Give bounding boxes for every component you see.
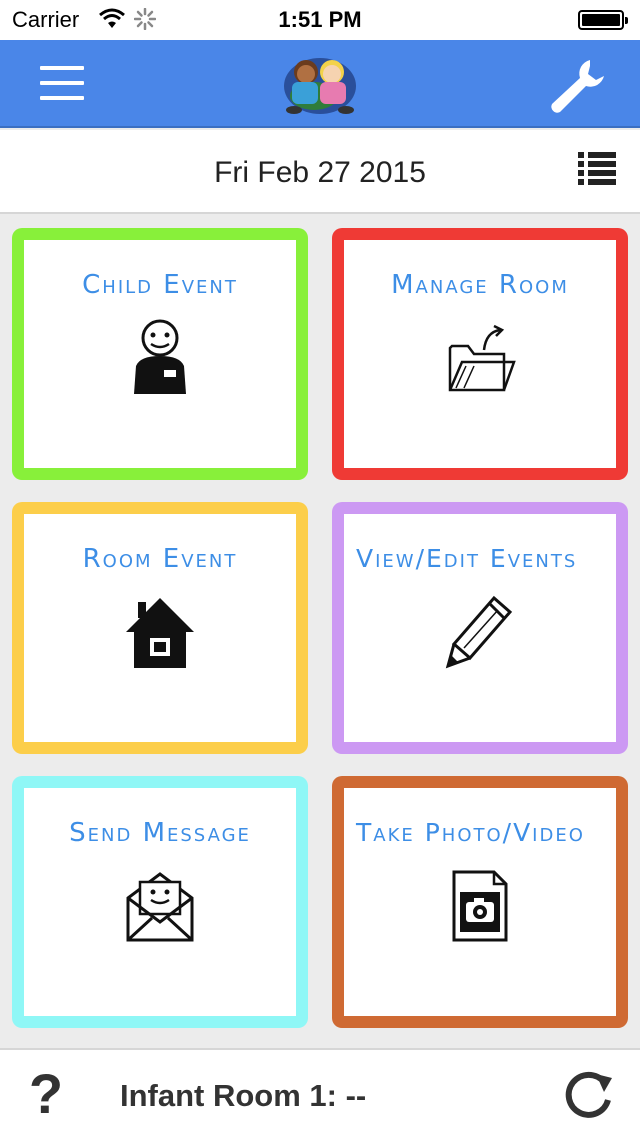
manage-room-tile[interactable]: Manage Room — [332, 228, 628, 480]
room-status: Infant Room 1: -- — [120, 1078, 367, 1113]
child-event-label: Child Event — [82, 270, 238, 300]
send-message-label: Send Message — [69, 818, 251, 848]
nav-bar — [0, 40, 640, 128]
hamburger-menu-icon[interactable] — [40, 66, 84, 100]
children-logo — [284, 58, 356, 114]
take-photo-video-tile[interactable]: Take Photo/Video — [332, 776, 628, 1028]
room-event-tile[interactable]: Room Event — [12, 502, 308, 754]
room-event-label: Room Event — [82, 544, 238, 574]
house-icon — [126, 598, 194, 668]
refresh-icon[interactable] — [560, 1070, 618, 1120]
folder-export-icon — [448, 324, 516, 392]
envelope-icon — [126, 872, 194, 942]
camera-file-icon — [452, 870, 508, 942]
bottom-bar: ? Infant Room 1: -- — [0, 1048, 640, 1136]
battery-icon — [578, 10, 628, 30]
view-edit-events-tile[interactable]: View/Edit Events — [332, 502, 628, 754]
current-date: Fri Feb 27 2015 — [214, 156, 426, 189]
wrench-icon[interactable] — [546, 56, 610, 116]
child-event-tile[interactable]: Child Event — [12, 228, 308, 480]
child-face-icon — [134, 319, 186, 394]
pencil-icon — [445, 595, 513, 669]
manage-room-label: Manage Room — [391, 270, 569, 300]
help-button[interactable]: ? — [26, 1064, 66, 1124]
status-time: 1:51 PM — [278, 7, 362, 32]
status-bar: Carrier 1:51 PM — [0, 0, 640, 40]
send-message-tile[interactable]: Send Message — [12, 776, 308, 1028]
view-edit-events-label: View/Edit Events — [356, 544, 578, 573]
take-photo-video-label: Take Photo/Video — [356, 818, 585, 847]
date-row: Fri Feb 27 2015 — [0, 130, 640, 214]
list-icon[interactable] — [578, 152, 616, 186]
